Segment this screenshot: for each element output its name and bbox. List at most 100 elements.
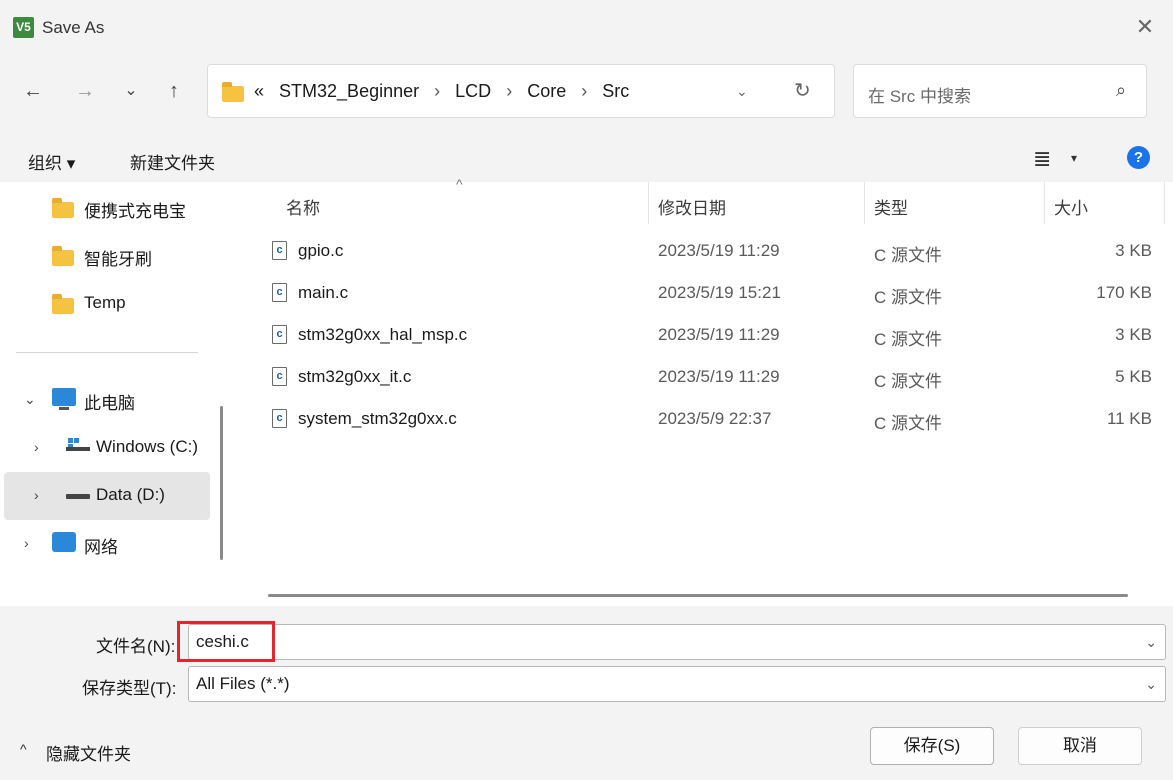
column-divider[interactable]: [648, 182, 649, 224]
column-header-size[interactable]: 大小: [1054, 194, 1088, 219]
file-date: 2023/5/19 11:29: [658, 367, 780, 386]
file-row[interactable]: c gpio.c 2023/5/19 11:29 C 源文件 3 KB: [240, 232, 1173, 274]
breadcrumb-item[interactable]: Core: [527, 81, 566, 101]
close-icon[interactable]: ✕: [1130, 12, 1160, 42]
view-options-icon[interactable]: ≣: [1033, 146, 1051, 172]
file-type: C 源文件: [874, 330, 942, 349]
hide-folders-button[interactable]: 隐藏文件夹: [46, 740, 131, 765]
folder-icon: [52, 246, 74, 266]
chevron-up-icon[interactable]: ^: [20, 741, 27, 757]
breadcrumb-item[interactable]: Src: [602, 81, 629, 101]
sidebar-item-data-drive[interactable]: › Data (D:): [4, 472, 210, 520]
chevron-down-icon[interactable]: ⌄: [24, 391, 36, 408]
breadcrumb: « STM32_Beginner › LCD › Core › Src: [254, 81, 639, 102]
file-row[interactable]: c stm32g0xx_hal_msp.c 2023/5/19 11:29 C …: [240, 316, 1173, 358]
save-button[interactable]: 保存(S): [870, 727, 994, 765]
file-size: 3 KB: [1115, 325, 1152, 344]
file-list: ^ 名称 修改日期 类型 大小 c gpio.c 2023/5/19 11:29…: [240, 176, 1173, 606]
window-title: Save As: [42, 18, 105, 37]
navigation-pane: 便携式充电宝 智能牙刷 Temp ⌄ 此电脑 › Windows (C:) › …: [0, 182, 236, 606]
computer-icon: [52, 388, 76, 410]
cancel-button[interactable]: 取消: [1018, 727, 1142, 765]
command-toolbar: 组织 ▾ 新建文件夹 ≣ ▾ ?: [0, 136, 1173, 182]
column-header-type[interactable]: 类型: [874, 194, 908, 219]
file-row[interactable]: c system_stm32g0xx.c 2023/5/9 22:37 C 源文…: [240, 400, 1173, 442]
sidebar-item-label: Temp: [84, 293, 126, 312]
chevron-down-icon[interactable]: ⌄: [1145, 676, 1157, 693]
sidebar-item-portable-charger[interactable]: 便携式充电宝: [4, 184, 210, 232]
file-date: 2023/5/19 11:29: [658, 325, 780, 344]
organize-menu-button[interactable]: 组织 ▾: [28, 149, 75, 174]
network-icon: [52, 532, 76, 552]
sidebar-item-this-pc[interactable]: ⌄ 此电脑: [4, 376, 210, 424]
c-source-file-icon: c: [272, 283, 287, 302]
c-source-file-icon: c: [272, 409, 287, 428]
sidebar-item-label: 此电脑: [84, 394, 135, 413]
horizontal-scrollbar[interactable]: [268, 594, 1128, 597]
file-name: gpio.c: [298, 241, 344, 260]
file-type: C 源文件: [874, 288, 942, 307]
column-divider[interactable]: [1164, 182, 1165, 224]
up-arrow-icon[interactable]: ↑: [159, 76, 189, 106]
back-arrow-icon[interactable]: ←: [18, 76, 48, 106]
breadcrumb-overflow[interactable]: «: [254, 81, 264, 101]
address-bar[interactable]: « STM32_Beginner › LCD › Core › Src ⌄ ↻: [207, 64, 835, 118]
chevron-right-icon[interactable]: ›: [24, 535, 29, 551]
file-row[interactable]: c stm32g0xx_it.c 2023/5/19 11:29 C 源文件 5…: [240, 358, 1173, 400]
help-icon[interactable]: ?: [1127, 146, 1150, 169]
title-bar: V5 Save As ✕: [0, 0, 1173, 52]
sidebar-item-label: Data (D:): [96, 485, 165, 504]
column-header-name[interactable]: 名称: [286, 194, 320, 219]
recent-locations-chevron-icon[interactable]: ⌄: [116, 76, 146, 106]
file-name: main.c: [298, 283, 349, 302]
file-date: 2023/5/19 15:21: [658, 283, 781, 302]
folder-icon: [222, 82, 244, 102]
filetype-select[interactable]: All Files (*.*) ⌄: [188, 666, 1166, 702]
chevron-right-icon[interactable]: ›: [34, 487, 39, 503]
file-size: 5 KB: [1115, 367, 1152, 386]
c-source-file-icon: c: [272, 367, 287, 386]
sidebar-item-windows-drive[interactable]: › Windows (C:): [4, 424, 210, 472]
sidebar-scrollbar[interactable]: [220, 406, 223, 560]
drive-icon: [66, 494, 90, 499]
breadcrumb-separator: ›: [581, 81, 588, 101]
save-form: 文件名(N): ceshi.c ⌄ 保存类型(T): All Files (*.…: [0, 606, 1173, 780]
new-folder-button[interactable]: 新建文件夹: [130, 149, 215, 174]
refresh-icon[interactable]: ↻: [794, 78, 811, 103]
app-icon: V5: [13, 17, 34, 38]
column-header-date[interactable]: 修改日期: [658, 194, 726, 219]
search-icon[interactable]: ⌕: [1116, 80, 1126, 101]
chevron-right-icon[interactable]: ›: [34, 439, 39, 455]
sidebar-item-label: 网络: [84, 538, 118, 557]
sidebar-item-network[interactable]: › 网络: [4, 520, 210, 568]
sidebar-item-smart-toothbrush[interactable]: 智能牙刷: [4, 232, 210, 280]
column-divider[interactable]: [864, 182, 865, 224]
sidebar-divider: [16, 352, 198, 353]
column-divider[interactable]: [1044, 182, 1045, 224]
chevron-down-icon[interactable]: ⌄: [1145, 634, 1157, 651]
navigation-bar: ← → ⌄ ↑ « STM32_Beginner › LCD › Core › …: [0, 52, 1173, 136]
breadcrumb-separator: ›: [434, 81, 441, 101]
forward-arrow-icon[interactable]: →: [70, 76, 100, 106]
file-name: stm32g0xx_hal_msp.c: [298, 325, 468, 344]
breadcrumb-item[interactable]: LCD: [455, 81, 491, 101]
file-date: 2023/5/19 11:29: [658, 241, 780, 260]
sidebar-item-temp[interactable]: Temp: [4, 280, 210, 328]
file-type: C 源文件: [874, 246, 942, 265]
search-placeholder: 在 Src 中搜索: [868, 87, 971, 106]
filetype-value: All Files (*.*): [196, 674, 290, 693]
c-source-file-icon: c: [272, 241, 287, 260]
filename-label: 文件名(N):: [96, 637, 176, 656]
filename-highlight-box: [177, 621, 275, 662]
folder-icon: [52, 294, 74, 314]
file-date: 2023/5/9 22:37: [658, 409, 772, 428]
breadcrumb-separator: ›: [506, 81, 513, 101]
view-dropdown-icon[interactable]: ▾: [1071, 151, 1077, 165]
search-input[interactable]: 在 Src 中搜索 ⌕: [853, 64, 1147, 118]
folder-icon: [52, 198, 74, 218]
address-dropdown-icon[interactable]: ⌄: [736, 83, 748, 100]
file-size: 170 KB: [1096, 283, 1152, 302]
breadcrumb-item[interactable]: STM32_Beginner: [279, 81, 419, 101]
filename-field[interactable]: ceshi.c ⌄: [188, 624, 1166, 660]
file-row[interactable]: c main.c 2023/5/19 15:21 C 源文件 170 KB: [240, 274, 1173, 316]
